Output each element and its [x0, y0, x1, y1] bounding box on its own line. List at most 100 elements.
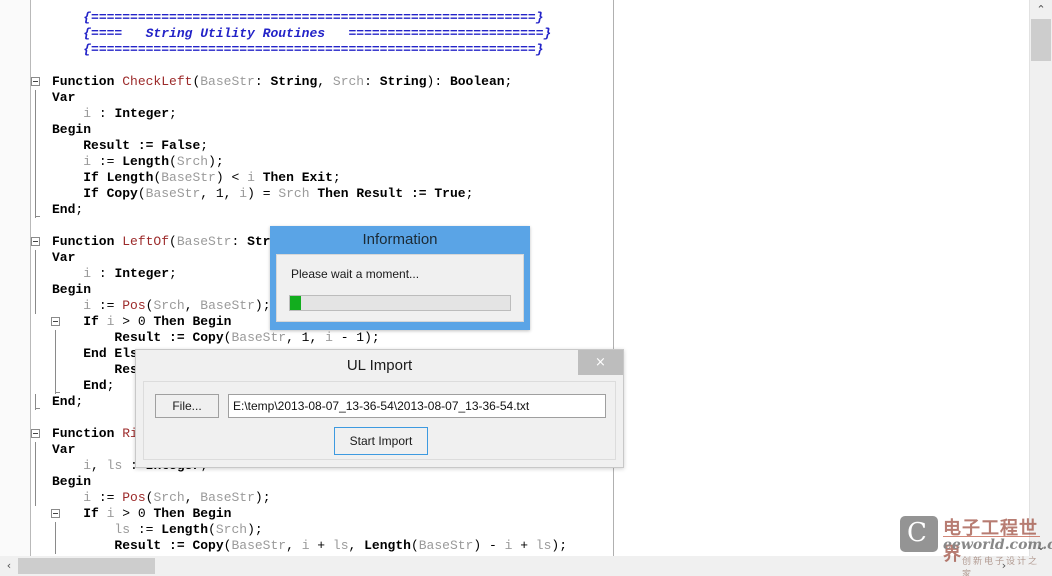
code-fold-guide — [35, 282, 36, 298]
code-line-text: End; — [83, 378, 115, 393]
code-line-text: If Length(BaseStr) < i Then Exit; — [83, 170, 341, 185]
scroll-right-arrow-icon[interactable]: › — [995, 556, 1013, 576]
code-fold-end — [55, 392, 60, 393]
code-line-text: If Copy(BaseStr, 1, i) = Srch Then Resul… — [83, 186, 474, 201]
code-fold-toggle-icon[interactable] — [51, 317, 60, 326]
ul-import-dialog: UL Import × File... Start Import — [135, 349, 624, 468]
code-line: Result := Copy(BaseStr, i + ls, Length(B… — [31, 538, 1030, 554]
code-fold-toggle-icon[interactable] — [31, 429, 40, 438]
code-fold-guide — [35, 442, 36, 458]
code-line: i := Pos(Srch, BaseStr); — [31, 490, 1030, 506]
code-line-text: Var — [52, 90, 76, 105]
code-line: Var — [31, 90, 1030, 106]
information-dialog: Information Please wait a moment... — [270, 226, 530, 330]
code-line: i := Pos(Srch, BaseStr); — [31, 298, 1030, 314]
information-dialog-body: Please wait a moment... — [276, 254, 524, 322]
code-line-text: Var — [52, 442, 76, 457]
code-line: Function CheckLeft(BaseStr: String, Srch… — [31, 74, 1030, 90]
ul-import-panel: File... Start Import — [143, 381, 616, 460]
code-fold-guide — [55, 538, 56, 554]
code-line: Begin — [31, 282, 1030, 298]
close-icon[interactable]: × — [578, 350, 623, 375]
code-line-text: i : Integer; — [83, 266, 177, 281]
code-line-text: i := Length(Srch); — [83, 154, 224, 169]
code-fold-guide — [35, 298, 36, 314]
code-fold-guide — [35, 186, 36, 202]
file-browse-button[interactable]: File... — [155, 394, 219, 418]
code-fold-guide — [35, 490, 36, 506]
code-line-text: {=======================================… — [83, 10, 544, 25]
code-fold-end — [35, 408, 40, 409]
code-line: If Length(BaseStr) < i Then Exit; — [31, 170, 1030, 186]
editor-gutter — [0, 0, 31, 556]
scroll-up-arrow-icon[interactable]: ⌃ — [1030, 0, 1052, 19]
code-fold-guide — [35, 250, 36, 266]
code-fold-toggle-icon[interactable] — [31, 237, 40, 246]
code-line-text: End Else — [83, 346, 146, 361]
code-fold-toggle-icon[interactable] — [31, 77, 40, 86]
code-line: If i > 0 Then Begin — [31, 314, 1030, 330]
code-line: {=======================================… — [31, 42, 1030, 58]
code-line-text: Result := Copy(BaseStr, i + ls, Length(B… — [114, 538, 568, 553]
code-fold-guide — [55, 362, 56, 378]
source-code-text[interactable]: {=======================================… — [31, 0, 1030, 556]
code-fold-guide — [35, 458, 36, 474]
code-fold-toggle-icon[interactable] — [51, 509, 60, 518]
code-line-text: If i > 0 Then Begin — [83, 506, 232, 521]
code-fold-guide — [35, 90, 36, 106]
code-line-text: If i > 0 Then Begin — [83, 314, 232, 329]
code-line-text: Var — [52, 250, 76, 265]
wait-message: Please wait a moment... — [291, 267, 420, 281]
code-line-text: Resu — [114, 362, 146, 377]
ul-import-titlebar[interactable]: UL Import × — [136, 350, 623, 381]
code-line: Var — [31, 250, 1030, 266]
code-fold-end — [35, 216, 40, 217]
scrollbar-corner — [1030, 556, 1052, 576]
horizontal-scrollbar[interactable]: ‹ › — [0, 556, 1030, 576]
code-fold-guide — [35, 154, 36, 170]
code-fold-guide — [55, 346, 56, 362]
code-line: Result := False; — [31, 138, 1030, 154]
scroll-down-arrow-icon[interactable]: ⌄ — [1030, 537, 1052, 556]
code-line: End; — [31, 202, 1030, 218]
code-line: {==== String Utility Routines ==========… — [31, 26, 1030, 42]
code-line-text: ls := Length(Srch); — [114, 522, 263, 537]
file-path-input[interactable] — [228, 394, 606, 418]
code-line-text: Function LeftOf(BaseStr: String — [52, 234, 294, 249]
code-line-text: Begin — [52, 122, 92, 137]
code-fold-guide — [35, 138, 36, 154]
progress-bar-fill — [290, 296, 301, 310]
scroll-left-arrow-icon[interactable]: ‹ — [0, 556, 18, 576]
information-dialog-title: Information — [362, 231, 438, 248]
code-line: Begin — [31, 122, 1030, 138]
ul-import-title: UL Import — [346, 357, 413, 374]
code-line: Begin — [31, 474, 1030, 490]
code-line-text: End; — [52, 394, 84, 409]
application-window: {=======================================… — [0, 0, 1052, 576]
code-line-text: End; — [52, 202, 84, 217]
progress-bar — [289, 295, 511, 311]
code-fold-guide — [55, 330, 56, 346]
code-line-text: {=======================================… — [83, 42, 544, 57]
code-line-text: Result := False; — [83, 138, 209, 153]
vertical-scrollbar[interactable]: ⌃ ⌄ — [1029, 0, 1052, 556]
code-line: Function LeftOf(BaseStr: String — [31, 234, 1030, 250]
code-line: ls := Length(Srch); — [31, 522, 1030, 538]
code-fold-guide — [35, 474, 36, 490]
code-line-text: Function Rig — [52, 426, 146, 441]
code-line-text: Result := Copy(BaseStr, 1, i - 1); — [114, 330, 380, 345]
code-line-text: i := Pos(Srch, BaseStr); — [83, 298, 271, 313]
code-line-text: Begin — [52, 282, 92, 297]
horizontal-scrollbar-thumb[interactable] — [18, 558, 155, 574]
code-line-text: {==== String Utility Routines ==========… — [83, 26, 552, 41]
code-fold-guide — [55, 522, 56, 538]
vertical-scrollbar-thumb[interactable] — [1031, 19, 1051, 61]
start-import-button[interactable]: Start Import — [334, 427, 428, 455]
code-fold-guide — [35, 170, 36, 186]
code-line-text: Function CheckLeft(BaseStr: String, Srch… — [52, 74, 513, 89]
code-fold-guide — [35, 266, 36, 282]
code-line: i : Integer; — [31, 266, 1030, 282]
code-line: If Copy(BaseStr, 1, i) = Srch Then Resul… — [31, 186, 1030, 202]
